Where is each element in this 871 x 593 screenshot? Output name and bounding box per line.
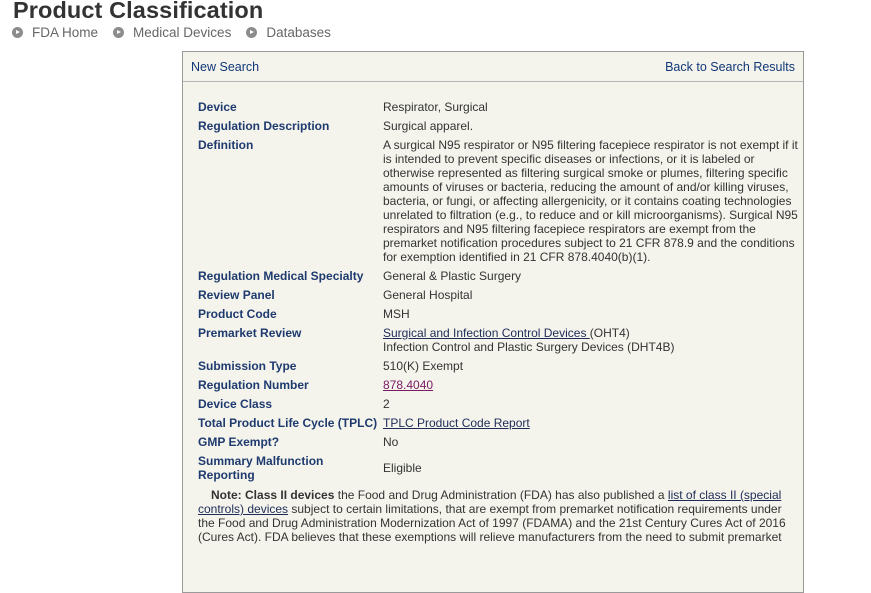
field-value: General Hospital (383, 288, 473, 302)
field-label: Submission Type (198, 359, 297, 373)
field-value: Surgical and Infection Control Devices (… (383, 326, 798, 354)
field-value: Respirator, Surgical (383, 100, 488, 114)
breadcrumb-item-fda-home[interactable]: FDA Home (12, 25, 98, 40)
detail-row-device-class: Device Class 2 (198, 397, 798, 411)
breadcrumb-label: Medical Devices (133, 25, 232, 40)
breadcrumb: FDA Home Medical Devices Databases (12, 25, 346, 40)
field-label: Regulation Medical Specialty (198, 269, 364, 283)
page-title: Product Classification (13, 0, 264, 23)
detail-row-malfunction-reporting: Summary Malfunction Reporting Eligible (198, 454, 798, 482)
detail-row-submission-type: Submission Type 510(K) Exempt (198, 359, 798, 373)
detail-row-regulation-description: Regulation Description Surgical apparel. (198, 119, 798, 133)
premarket-division: Infection Control and Plastic Surgery De… (383, 340, 675, 354)
detail-row-premarket-review: Premarket Review Surgical and Infection … (198, 326, 798, 354)
field-value: Eligible (383, 461, 422, 475)
field-label: Total Product Life Cycle (TPLC) (198, 416, 378, 430)
chevron-right-icon (113, 27, 125, 38)
breadcrumb-label: Databases (266, 25, 331, 40)
field-label: Definition (198, 138, 254, 152)
field-label: Device (198, 100, 237, 114)
field-value: No (383, 435, 399, 449)
panel-header: New Search Back to Search Results (183, 52, 803, 82)
detail-row-medical-specialty: Regulation Medical Specialty General & P… (198, 269, 798, 283)
breadcrumb-label: FDA Home (32, 25, 99, 40)
field-value: A surgical N95 respirator or N95 filteri… (383, 138, 798, 264)
field-value: General & Plastic Surgery (383, 269, 522, 283)
field-label: Device Class (198, 397, 273, 411)
field-label: Summary Malfunction Reporting (198, 454, 324, 482)
new-search-link[interactable]: New Search (191, 60, 259, 74)
breadcrumb-item-medical-devices[interactable]: Medical Devices (113, 25, 231, 40)
premarket-office-code: (OHT4) (589, 326, 630, 340)
field-value: TPLC Product Code Report (383, 416, 798, 430)
field-value: 878.4040 (383, 378, 798, 392)
detail-row-product-code: Product Code MSH (198, 307, 798, 321)
field-label: Premarket Review (198, 326, 302, 340)
field-label: Regulation Description (198, 119, 330, 133)
note-bold: Class II devices (245, 488, 335, 502)
breadcrumb-item-databases[interactable]: Databases (246, 25, 331, 40)
field-value: 2 (383, 397, 390, 411)
field-value: Surgical apparel. (383, 119, 474, 133)
note-label: Note: (211, 488, 242, 502)
detail-row-review-panel: Review Panel General Hospital (198, 288, 798, 302)
detail-row-definition: Definition A surgical N95 respirator or … (198, 138, 798, 264)
field-value: MSH (383, 307, 410, 321)
detail-row-regulation-number: Regulation Number 878.4040 (198, 378, 798, 392)
detail-row-gmp-exempt: GMP Exempt? No (198, 435, 798, 449)
detail-row-tplc: Total Product Life Cycle (TPLC) TPLC Pro… (198, 416, 798, 430)
back-to-results-link[interactable]: Back to Search Results (665, 60, 795, 74)
field-label: Product Code (198, 307, 277, 321)
field-value: 510(K) Exempt (383, 359, 464, 373)
field-label: Regulation Number (198, 378, 309, 392)
chevron-right-icon (246, 27, 258, 38)
classification-panel: New Search Back to Search Results Device… (182, 51, 804, 593)
regulation-number-link[interactable]: 878.4040 (383, 378, 433, 392)
field-label: GMP Exempt? (198, 435, 280, 449)
field-label: Review Panel (198, 288, 275, 302)
class-ii-note: Note: Class II devices the Food and Drug… (198, 488, 786, 544)
premarket-review-link[interactable]: Surgical and Infection Control Devices (383, 326, 590, 340)
detail-table: Device Respirator, Surgical Regulation D… (198, 100, 798, 544)
tplc-report-link[interactable]: TPLC Product Code Report (383, 416, 530, 430)
chevron-right-icon (12, 27, 23, 38)
note-text: the Food and Drug Administration (FDA) h… (334, 488, 668, 502)
detail-row-device: Device Respirator, Surgical (198, 100, 798, 114)
